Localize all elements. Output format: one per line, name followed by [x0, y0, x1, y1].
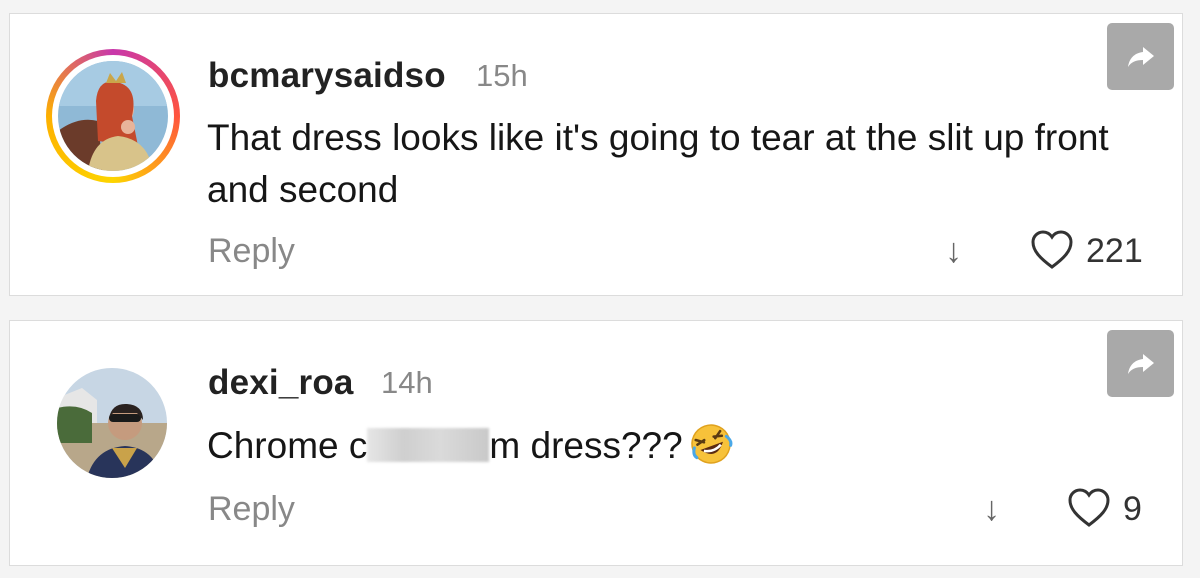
share-arrow-icon [1127, 46, 1154, 67]
share-button[interactable] [1107, 23, 1174, 90]
username[interactable]: dexi_roa [208, 363, 354, 403]
like-count: 9 [1123, 490, 1142, 528]
comment-card: dexi_roa 14h Chrome cm dress??? Reply ↓ … [9, 320, 1183, 566]
comment-text: Chrome c m dress??? [207, 420, 733, 472]
heart-icon[interactable] [1067, 488, 1111, 528]
share-button[interactable] [1107, 330, 1174, 397]
comment-text-start: Chrome c [207, 425, 368, 466]
avatar[interactable] [58, 61, 168, 171]
like-count: 221 [1086, 232, 1143, 270]
downvote-icon[interactable]: ↓ [945, 232, 962, 271]
avatar-image [58, 61, 168, 171]
reply-button[interactable]: Reply [208, 232, 295, 271]
timestamp: 14h [381, 365, 433, 400]
comment-text: That dress looks like it's going to tear… [207, 117, 1109, 210]
heart-icon[interactable] [1030, 230, 1074, 270]
comment-text-end: m dress??? [489, 425, 683, 466]
laughing-emoji-icon [690, 424, 733, 464]
avatar[interactable] [57, 368, 167, 478]
share-arrow-icon [1127, 353, 1154, 374]
redacted-blur [367, 428, 490, 462]
timestamp: 15h [476, 58, 528, 93]
avatar-image [57, 368, 167, 478]
comment-card: bcmarysaidso 15h That dress looks like i… [9, 13, 1183, 296]
downvote-icon[interactable]: ↓ [983, 490, 1000, 529]
username[interactable]: bcmarysaidso [208, 56, 446, 96]
reply-button[interactable]: Reply [208, 490, 295, 529]
